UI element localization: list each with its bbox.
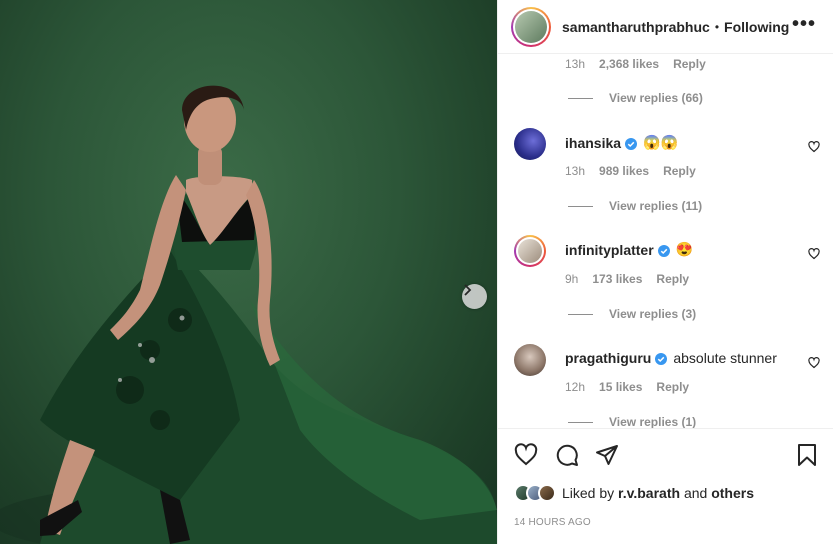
reply-button[interactable]: Reply <box>663 164 696 178</box>
post-image <box>0 85 497 544</box>
comment-likes[interactable]: 2,368 likes <box>599 57 659 71</box>
comment-text: 😍 <box>675 241 694 257</box>
heart-icon[interactable] <box>514 443 538 472</box>
view-replies-label: View replies (11) <box>609 199 703 213</box>
view-replies-button[interactable]: View replies (1) <box>568 415 696 428</box>
comment-time: 12h <box>565 380 586 394</box>
next-photo-button[interactable] <box>462 284 487 309</box>
commenter-avatar[interactable] <box>514 128 546 160</box>
view-replies-label: View replies (66) <box>609 91 703 105</box>
comment-time: 13h <box>565 57 586 71</box>
following-button[interactable]: Following <box>724 19 789 35</box>
comment-meta: 13h 2,368 likes Reply <box>565 57 706 71</box>
comment-icon[interactable] <box>555 443 579 472</box>
verified-badge-icon <box>625 137 638 150</box>
view-replies-button[interactable]: View replies (66) <box>568 91 703 105</box>
view-replies-button[interactable]: View replies (11) <box>568 199 702 213</box>
like-comment-heart-icon[interactable] <box>808 140 820 158</box>
comment-time: 9h <box>565 272 579 286</box>
bookmark-icon[interactable] <box>796 443 818 472</box>
reply-button[interactable]: Reply <box>656 272 689 286</box>
share-icon[interactable] <box>595 443 619 472</box>
likes-summary[interactable]: Liked by r.v.barath and others <box>514 484 754 502</box>
more-options-icon[interactable]: ••• <box>792 14 816 34</box>
like-comment-heart-icon[interactable] <box>808 247 820 265</box>
comment-likes[interactable]: 989 likes <box>599 164 649 178</box>
comment-meta: 9h 173 likes Reply <box>565 272 689 286</box>
comment-meta: 12h 15 likes Reply <box>565 380 689 394</box>
commenter-username[interactable]: ihansika <box>565 135 621 151</box>
view-replies-button[interactable]: View replies (3) <box>568 307 696 321</box>
like-comment-heart-icon[interactable] <box>808 356 820 374</box>
post-header: samantharuthprabhuc • Following ••• <box>498 0 833 54</box>
liked-by-others[interactable]: others <box>711 485 754 501</box>
verified-badge-icon <box>657 244 670 257</box>
post-sidebar: samantharuthprabhuc • Following ••• 13h … <box>497 0 833 544</box>
comment-item: pragathiguru absolute stunner <box>498 344 833 384</box>
commenter-avatar[interactable] <box>514 235 546 267</box>
reply-button[interactable]: Reply <box>656 380 689 394</box>
commenter-username[interactable]: infinityplatter <box>565 242 654 258</box>
comment-item: ihansika 😱😱 <box>498 128 833 168</box>
post-timestamp[interactable]: 14 HOURS AGO <box>514 517 591 528</box>
view-replies-label: View replies (3) <box>609 307 697 321</box>
liked-by-user[interactable]: r.v.barath <box>618 485 680 501</box>
liker-avatar <box>538 484 556 502</box>
comment-text: absolute stunner <box>673 350 777 366</box>
view-replies-label: View replies (1) <box>609 415 697 428</box>
comment-likes[interactable]: 15 likes <box>599 380 642 394</box>
post-photo[interactable] <box>0 0 497 544</box>
header-separator: • <box>714 19 720 34</box>
post-actions: Liked by r.v.barath and others 14 HOURS … <box>498 428 833 544</box>
comment-time: 13h <box>565 164 586 178</box>
verified-badge-icon <box>655 352 668 365</box>
comment-text: 😱😱 <box>643 134 678 150</box>
comment-meta: 13h 989 likes Reply <box>565 164 696 178</box>
commenter-avatar[interactable] <box>514 344 546 376</box>
author-avatar[interactable] <box>511 6 551 47</box>
author-username[interactable]: samantharuthprabhuc <box>562 19 710 35</box>
comment-item: infinityplatter 😍 <box>498 235 833 275</box>
comments-list[interactable]: 13h 2,368 likes Reply View replies (66) … <box>498 54 833 428</box>
liked-by-and: and <box>683 485 708 501</box>
liked-by-prefix: Liked by <box>562 485 615 501</box>
comment-likes[interactable]: 173 likes <box>592 272 642 286</box>
commenter-username[interactable]: pragathiguru <box>565 350 651 366</box>
reply-button[interactable]: Reply <box>673 57 706 71</box>
